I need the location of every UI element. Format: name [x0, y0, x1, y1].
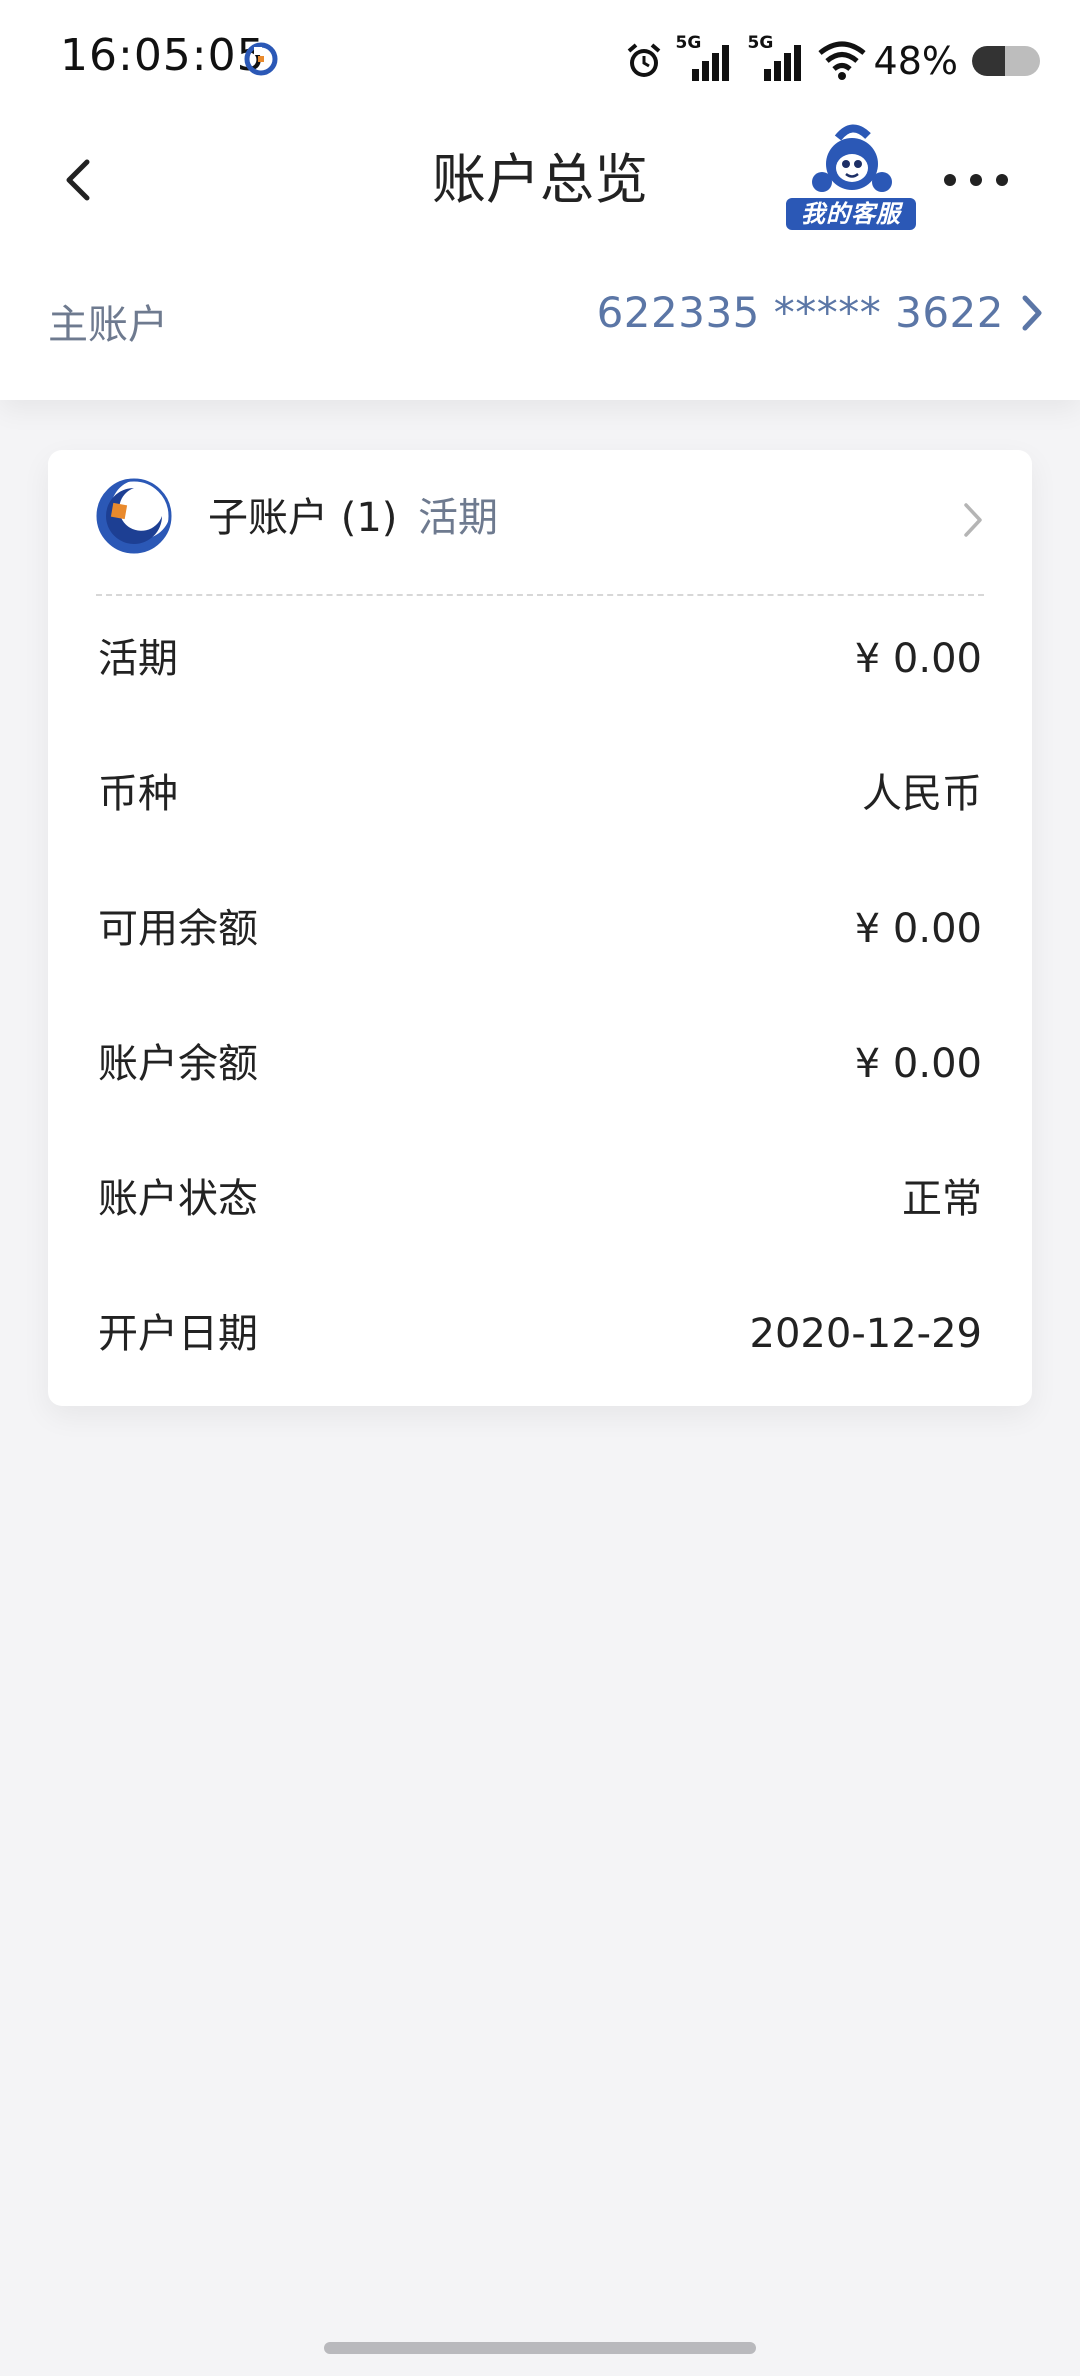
bank-logo-icon: [96, 478, 172, 554]
customer-service-mascot-icon: [812, 124, 892, 192]
chevron-right-icon: [1022, 295, 1042, 330]
detail-row-open-date: 开户日期 2020-12-29: [48, 1273, 1032, 1408]
detail-row-account-status: 账户状态 正常: [48, 1138, 1032, 1273]
detail-label: 活期: [98, 636, 178, 682]
detail-value: ¥ 0.00: [854, 906, 982, 952]
sub-account-title: 子账户 (1): [208, 495, 398, 541]
detail-row-currency: 币种 人民币: [48, 733, 1032, 868]
app-notification-icon: [244, 42, 278, 76]
detail-value: 人民币: [862, 771, 982, 817]
sub-account-type: 活期: [418, 495, 498, 541]
home-indicator[interactable]: [324, 2342, 756, 2354]
main-account-label: 主账户: [48, 302, 168, 348]
customer-service-button[interactable]: 我的客服: [786, 124, 916, 230]
more-horizontal-icon: [944, 174, 956, 186]
status-time: 16:05:05: [60, 30, 266, 81]
sim2-signal: 5G: [746, 33, 808, 83]
detail-label: 账户状态: [98, 1176, 258, 1222]
detail-value: ¥ 0.00: [854, 636, 982, 682]
sim2-network-tag: 5G: [747, 33, 774, 53]
detail-label: 开户日期: [98, 1311, 258, 1357]
battery-percent: 48%: [873, 39, 958, 83]
main-account-selector[interactable]: 622335 ***** 3622: [597, 288, 1044, 337]
main-account-number: 622335 ***** 3622: [596, 288, 1004, 337]
sub-account-card: 子账户 (1) 活期 活期 ¥ 0.00 币种 人民币 可用余额 ¥ 0.00 …: [48, 450, 1032, 1406]
more-horizontal-icon: [996, 174, 1008, 186]
battery-fill: [972, 46, 1005, 76]
alarm-icon: [627, 43, 660, 77]
top-area: 16:05:05 5G 5G 48% 账户总览 我的客服 主账户 622335 …: [0, 0, 1080, 400]
sub-account-header[interactable]: 子账户 (1) 活期: [48, 450, 1032, 596]
more-button[interactable]: [944, 160, 1008, 200]
detail-value: ¥ 0.00: [854, 1041, 982, 1087]
detail-row-current: 活期 ¥ 0.00: [48, 598, 1032, 733]
wifi-icon: [817, 41, 866, 80]
sim1-signal: 5G: [674, 33, 736, 83]
status-bar: 16:05:05 5G 5G 48%: [0, 0, 1080, 120]
detail-row-account-balance: 账户余额 ¥ 0.00: [48, 1003, 1032, 1138]
sim1-network-tag: 5G: [675, 33, 702, 53]
page-title: 账户总览: [432, 148, 648, 211]
detail-label: 可用余额: [98, 906, 258, 952]
detail-value: 正常: [902, 1176, 982, 1222]
detail-label: 账户余额: [98, 1041, 258, 1087]
account-detail-list: 活期 ¥ 0.00 币种 人民币 可用余额 ¥ 0.00 账户余额 ¥ 0.00…: [48, 598, 1032, 1408]
dashed-divider: [96, 594, 984, 596]
main-account-row[interactable]: 主账户 622335 ***** 3622: [0, 278, 1080, 368]
more-horizontal-icon: [970, 174, 982, 186]
detail-label: 币种: [98, 771, 178, 817]
battery-icon: [972, 46, 1040, 76]
detail-row-available-balance: 可用余额 ¥ 0.00: [48, 868, 1032, 1003]
chevron-right-icon: [964, 503, 982, 537]
status-icons: 5G 5G 48%: [614, 33, 1040, 86]
detail-value: 2020-12-29: [749, 1311, 982, 1357]
service-label: 我的客服: [786, 198, 916, 230]
